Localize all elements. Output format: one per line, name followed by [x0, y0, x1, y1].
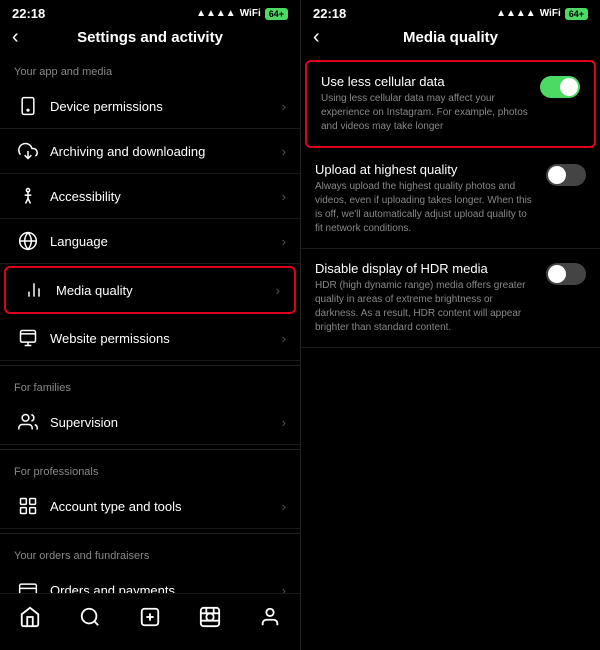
right-battery-icon: 64+ [565, 8, 588, 20]
hdr-toggle[interactable] [546, 263, 586, 285]
right-nav-header: ‹ Media quality [301, 23, 600, 54]
hdr-desc: HDR (high dynamic range) media offers gr… [315, 279, 536, 335]
search-nav-button[interactable] [67, 602, 113, 638]
media-quality-icon [20, 280, 48, 300]
media-item-cellular: Use less cellular data Using less cellul… [305, 60, 596, 148]
settings-item-website-permissions[interactable]: Website permissions › [0, 316, 300, 361]
upload-content: Upload at highest quality Always upload … [315, 162, 536, 236]
wifi-icon: WiFi [240, 8, 261, 19]
media-item-hdr: Disable display of HDR media HDR (high d… [301, 249, 600, 348]
upload-desc: Always upload the highest quality photos… [315, 180, 536, 236]
device-icon [14, 96, 42, 116]
account-tools-icon [14, 496, 42, 516]
left-status-icons: ▲▲▲▲ WiFi 64+ [196, 8, 288, 20]
add-nav-button[interactable] [127, 602, 173, 638]
cellular-toggle-thumb [560, 78, 578, 96]
upload-title: Upload at highest quality [315, 162, 536, 177]
left-status-bar: 22:18 ▲▲▲▲ WiFi 64+ [0, 0, 300, 23]
archive-icon [14, 141, 42, 161]
orders-chevron: › [282, 583, 286, 594]
hdr-title: Disable display of HDR media [315, 261, 536, 276]
accessibility-chevron: › [282, 189, 286, 204]
cellular-content: Use less cellular data Using less cellul… [321, 74, 530, 134]
profile-nav-button[interactable] [247, 602, 293, 638]
settings-item-language[interactable]: Language › [0, 219, 300, 264]
divider-2 [0, 449, 300, 450]
section-app-media: Your app and media [0, 54, 300, 84]
section-families: For families [0, 370, 300, 400]
media-quality-chevron: › [276, 283, 280, 298]
hdr-toggle-thumb [548, 265, 566, 283]
device-chevron: › [282, 99, 286, 114]
signal-icon: ▲▲▲▲ [196, 8, 236, 19]
archiving-label: Archiving and downloading [50, 144, 282, 159]
accessibility-label: Accessibility [50, 189, 282, 204]
left-time: 22:18 [12, 6, 45, 21]
settings-item-archiving[interactable]: Archiving and downloading › [0, 129, 300, 174]
media-item-upload: Upload at highest quality Always upload … [301, 150, 600, 249]
media-quality-label: Media quality [56, 283, 276, 298]
language-icon [14, 231, 42, 251]
hdr-row: Disable display of HDR media HDR (high d… [315, 261, 586, 335]
upload-toggle[interactable] [546, 164, 586, 186]
left-panel: 22:18 ▲▲▲▲ WiFi 64+ ‹ Settings and activ… [0, 0, 300, 650]
cellular-row: Use less cellular data Using less cellul… [321, 74, 580, 134]
cellular-title: Use less cellular data [321, 74, 530, 89]
divider-3 [0, 533, 300, 534]
upload-toggle-thumb [548, 166, 566, 184]
battery-icon: 64+ [265, 8, 288, 20]
settings-item-accessibility[interactable]: Accessibility › [0, 174, 300, 219]
accessibility-icon [14, 186, 42, 206]
reels-nav-button[interactable] [187, 602, 233, 638]
right-time: 22:18 [313, 6, 346, 21]
divider-1 [0, 365, 300, 366]
right-back-button[interactable]: ‹ [313, 26, 320, 49]
device-permissions-label: Device permissions [50, 99, 282, 114]
left-nav-header: ‹ Settings and activity [0, 23, 300, 54]
language-label: Language [50, 234, 282, 249]
left-nav-title: Settings and activity [77, 29, 223, 46]
website-chevron: › [282, 331, 286, 346]
supervision-chevron: › [282, 415, 286, 430]
home-nav-button[interactable] [7, 602, 53, 638]
supervision-icon [14, 412, 42, 432]
settings-item-orders[interactable]: Orders and payments › [0, 568, 300, 593]
right-status-icons: ▲▲▲▲ WiFi 64+ [496, 8, 588, 20]
account-tools-chevron: › [282, 499, 286, 514]
left-back-button[interactable]: ‹ [12, 26, 19, 49]
website-icon [14, 328, 42, 348]
orders-label: Orders and payments [50, 583, 282, 594]
account-tools-label: Account type and tools [50, 499, 282, 514]
media-quality-section: Use less cellular data Using less cellul… [301, 54, 600, 650]
settings-item-device-permissions[interactable]: Device permissions › [0, 84, 300, 129]
archive-chevron: › [282, 144, 286, 159]
section-professionals: For professionals [0, 454, 300, 484]
right-nav-title: Media quality [403, 29, 498, 46]
settings-scroll: Your app and media Device permissions › [0, 54, 300, 593]
website-permissions-label: Website permissions [50, 331, 282, 346]
right-wifi-icon: WiFi [540, 8, 561, 19]
section-orders: Your orders and fundraisers [0, 538, 300, 568]
right-panel: 22:18 ▲▲▲▲ WiFi 64+ ‹ Media quality Use … [300, 0, 600, 650]
bottom-nav [0, 593, 300, 650]
settings-item-supervision[interactable]: Supervision › [0, 400, 300, 445]
settings-item-media-quality[interactable]: Media quality › [4, 266, 296, 314]
language-chevron: › [282, 234, 286, 249]
supervision-label: Supervision [50, 415, 282, 430]
upload-row: Upload at highest quality Always upload … [315, 162, 586, 236]
settings-item-account-tools[interactable]: Account type and tools › [0, 484, 300, 529]
cellular-toggle[interactable] [540, 76, 580, 98]
cellular-desc: Using less cellular data may affect your… [321, 92, 530, 134]
right-signal-icon: ▲▲▲▲ [496, 8, 536, 19]
right-status-bar: 22:18 ▲▲▲▲ WiFi 64+ [301, 0, 600, 23]
orders-icon [14, 580, 42, 593]
hdr-content: Disable display of HDR media HDR (high d… [315, 261, 536, 335]
